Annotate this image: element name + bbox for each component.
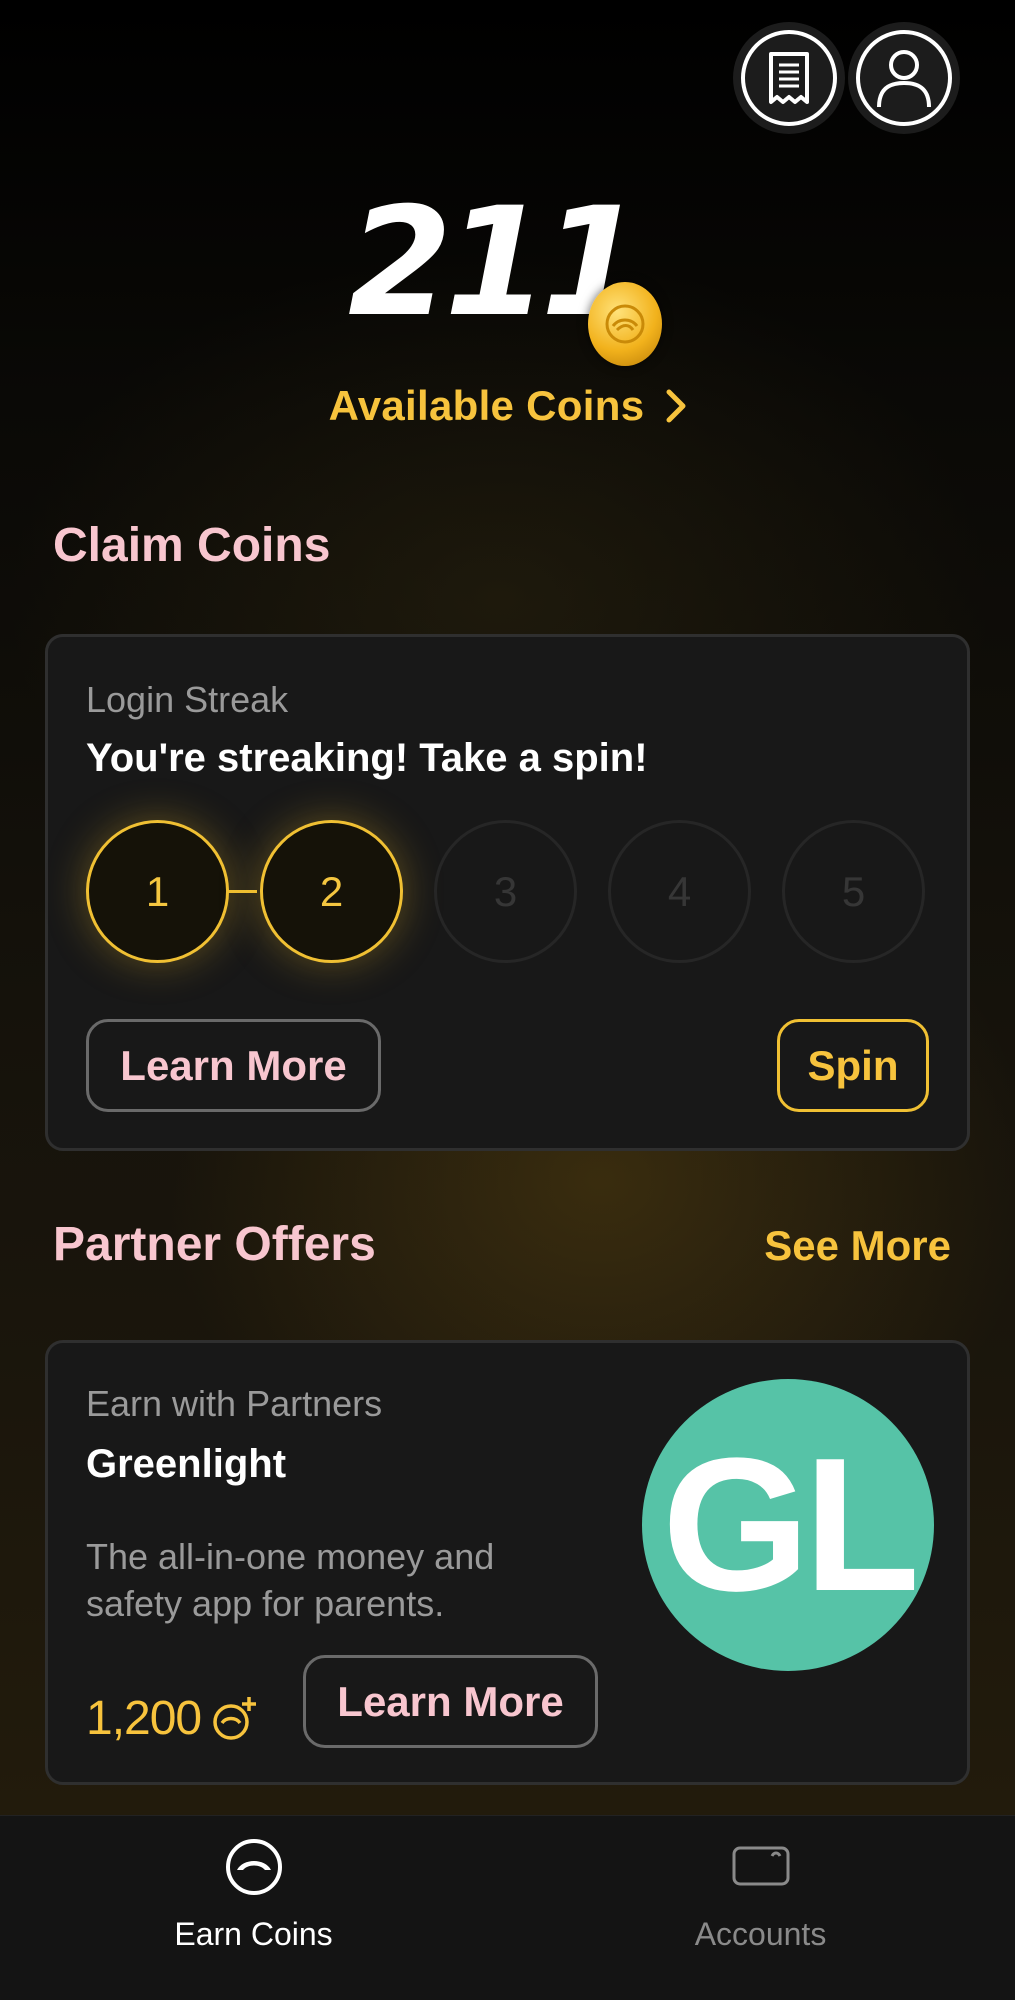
streak-day-2: 2 bbox=[260, 820, 403, 963]
receipts-button[interactable] bbox=[733, 22, 845, 134]
streak-headline: You're streaking! Take a spin! bbox=[86, 736, 648, 780]
streak-day-4: 4 bbox=[608, 820, 751, 963]
streak-connector bbox=[228, 890, 257, 893]
coin-icon bbox=[588, 282, 662, 366]
earn-coins-icon bbox=[225, 1839, 282, 1895]
bottom-tab-bar: Earn Coins Accounts bbox=[0, 1815, 1015, 2000]
streak-day-5: 5 bbox=[782, 820, 925, 963]
partner-learn-more-button[interactable]: Learn More bbox=[303, 1655, 598, 1748]
tab-accounts[interactable]: Accounts bbox=[507, 1816, 1014, 2000]
greenlight-logo: GL bbox=[642, 1379, 934, 1671]
coin-plus-icon bbox=[213, 1696, 257, 1740]
tab-earn-coins[interactable]: Earn Coins bbox=[0, 1816, 507, 2000]
wallet-icon bbox=[732, 1846, 789, 1886]
streak-day-1: 1 bbox=[86, 820, 229, 963]
claim-coins-title: Claim Coins bbox=[53, 519, 331, 572]
tab-earn-coins-label: Earn Coins bbox=[174, 1916, 333, 1952]
spin-button[interactable]: Spin bbox=[777, 1019, 929, 1112]
partner-offer-card: Earn with Partners Greenlight The all-in… bbox=[45, 1340, 970, 1785]
tab-accounts-label: Accounts bbox=[694, 1916, 827, 1952]
available-coins-link[interactable]: Available Coins bbox=[0, 382, 1015, 430]
see-more-link[interactable]: See More bbox=[764, 1222, 951, 1270]
partner-offers-title: Partner Offers bbox=[53, 1218, 376, 1271]
profile-button[interactable] bbox=[848, 22, 960, 134]
streak-day-3: 3 bbox=[434, 820, 577, 963]
chevron-right-icon bbox=[666, 389, 686, 423]
partner-subtitle: Earn with Partners bbox=[86, 1383, 383, 1424]
reward-amount: 1,200 bbox=[86, 1692, 202, 1745]
streak-learn-more-button[interactable]: Learn More bbox=[86, 1019, 381, 1112]
streak-subtitle: Login Streak bbox=[86, 679, 289, 720]
profile-icon bbox=[877, 50, 931, 108]
partner-description: The all-in-one money and safety app for … bbox=[86, 1536, 495, 1624]
receipt-icon bbox=[769, 52, 809, 104]
partner-name: Greenlight bbox=[86, 1442, 287, 1486]
available-coins-label: Available Coins bbox=[328, 382, 645, 429]
login-streak-card: Login Streak You're streaking! Take a sp… bbox=[45, 634, 970, 1151]
coin-balance: 211 bbox=[347, 176, 645, 350]
partner-reward: 1,200 bbox=[86, 1691, 259, 1746]
